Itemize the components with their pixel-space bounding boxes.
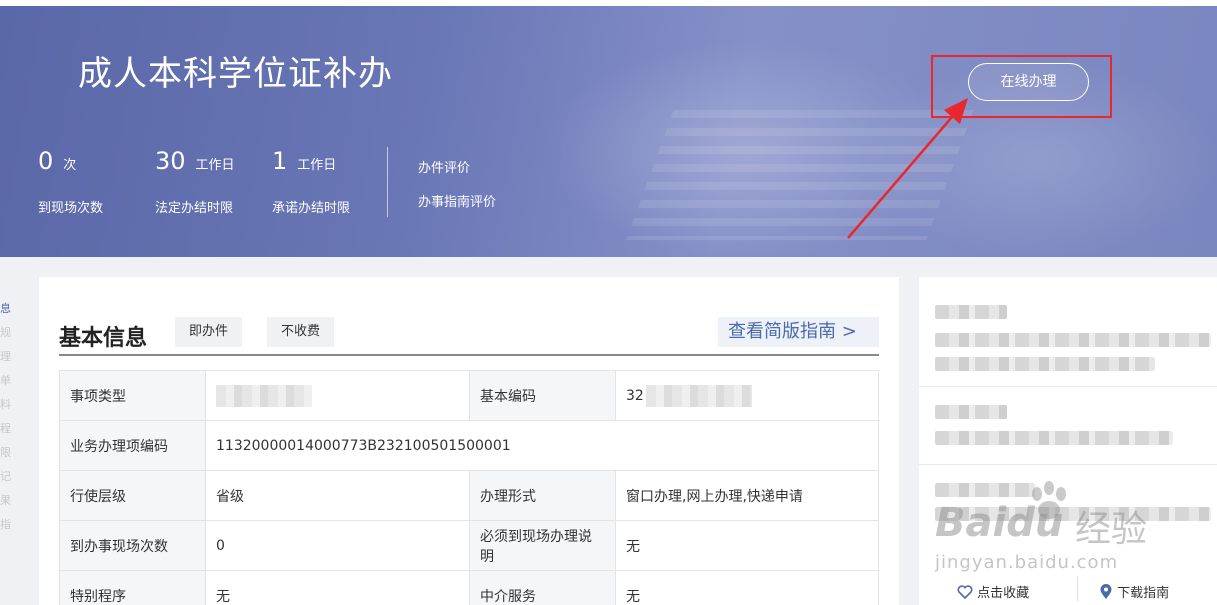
hero-banner: 成人本科学位证补办 0次 到现场次数 30 工作日 法定办结时限 1 工作日 承诺办… <box>0 0 1217 257</box>
stat-visits-label: 到现场次数 <box>38 201 104 216</box>
row-label: 业务办理项编码 <box>59 420 206 471</box>
footer-divider <box>1077 577 1078 601</box>
row-label: 基本编码 <box>469 370 616 421</box>
row-value: 无 <box>615 570 879 605</box>
row-value: 11320000014000773B232100501500001 <box>205 420 879 471</box>
left-nav-item[interactable]: 程 <box>0 420 11 444</box>
tag-instant: 即办件 <box>175 317 243 347</box>
left-nav-item[interactable]: 指 <box>0 516 11 540</box>
row-label: 事项类型 <box>59 370 206 421</box>
download-guide-button[interactable]: 下载指南 <box>1099 582 1169 601</box>
guide-evaluation-link[interactable]: 办事指南评价 <box>418 191 496 210</box>
row-value: 窗口办理,网上办理,快递申请 <box>615 470 879 521</box>
case-evaluation-link[interactable]: 办件评价 <box>418 157 470 176</box>
left-nav-item[interactable]: 息 <box>0 300 11 324</box>
row-value: 省级 <box>205 470 470 521</box>
view-simple-guide-link[interactable]: 查看简版指南 > <box>718 317 879 347</box>
redacted-block <box>935 305 1007 319</box>
redacted-block <box>935 333 1211 347</box>
section-heading: 基本信息 <box>59 326 148 351</box>
redacted-block <box>645 384 752 407</box>
redacted-block <box>935 357 1155 371</box>
row-label: 行使层级 <box>59 470 206 521</box>
row-value-text: 32 <box>626 387 644 404</box>
left-nav-item[interactable]: 规 <box>0 324 11 348</box>
baidu-jingyan-watermark: Baidu 经验 jingyan.baidu.com <box>935 478 1215 578</box>
table-row: 业务办理项编码 11320000014000773B23210050150000… <box>59 420 879 471</box>
stat-visits: 0次 到现场次数 <box>38 147 103 216</box>
row-label: 特别程序 <box>59 570 206 605</box>
paw-icon <box>1032 481 1066 519</box>
basic-info-table: 事项类型 基本编码 32 业务办理项编码 11320000014000773B2… <box>59 370 879 605</box>
online-apply-button[interactable]: 在线办理 <box>968 63 1089 101</box>
heading-divider <box>59 354 879 356</box>
row-label: 办理形式 <box>469 470 616 521</box>
stat-visits-unit: 次 <box>63 158 77 173</box>
table-row: 到办事现场次数 0 必须到现场办理说明 无 <box>59 520 879 571</box>
row-value: 32 <box>615 370 879 421</box>
favorite-label: 点击收藏 <box>977 586 1030 601</box>
row-value: 0 <box>205 520 470 571</box>
watermark-sub: 经验 <box>1075 509 1148 550</box>
annotation-arrow-icon <box>847 98 968 239</box>
stat-legal-limit: 30 工作日 法定办结时限 <box>155 147 235 216</box>
left-nav-item[interactable]: 料 <box>0 396 11 420</box>
side-section <box>919 387 1217 465</box>
table-row: 事项类型 基本编码 32 <box>59 370 879 421</box>
row-value: 无 <box>205 570 470 605</box>
stat-promised-limit-label: 承诺办结时限 <box>272 201 351 216</box>
table-row: 特别程序 无 中介服务 无 <box>59 570 879 605</box>
row-value-redacted <box>205 370 470 421</box>
stat-legal-limit-label: 法定办结时限 <box>155 201 234 216</box>
redacted-block <box>935 405 1007 419</box>
left-nav-item[interactable]: 记 <box>0 468 11 492</box>
row-label: 中介服务 <box>469 570 616 605</box>
side-panel-footer: 点击收藏 下载指南 <box>919 577 1217 605</box>
left-nav-strip: 息 规 理 单 料 程 限 记 果 指 <box>0 300 11 540</box>
row-value: 无 <box>615 520 879 571</box>
stat-legal-limit-value: 30 <box>155 147 186 175</box>
stats-divider <box>387 147 388 217</box>
location-pin-icon <box>1100 584 1112 599</box>
stat-legal-limit-unit: 工作日 <box>195 158 235 173</box>
stat-promised-limit-value: 1 <box>272 147 288 175</box>
top-border <box>0 0 1217 6</box>
side-section <box>919 277 1217 387</box>
basic-info-card: 基本信息 即办件 不收费 查看简版指南 > 事项类型 基本编码 32 业务办理项… <box>39 277 899 605</box>
stat-visits-value: 0 <box>38 147 54 175</box>
redacted-block <box>216 384 312 407</box>
download-label: 下载指南 <box>1117 586 1170 601</box>
row-label: 必须到现场办理说明 <box>469 520 616 571</box>
stat-promised-limit: 1 工作日 承诺办结时限 <box>272 147 350 216</box>
table-row: 行使层级 省级 办理形式 窗口办理,网上办理,快递申请 <box>59 470 879 521</box>
left-nav-item[interactable]: 单 <box>0 372 11 396</box>
redacted-block <box>935 431 1173 445</box>
page-title: 成人本科学位证补办 <box>78 54 393 94</box>
stat-promised-limit-unit: 工作日 <box>297 158 337 173</box>
tag-free: 不收费 <box>267 317 335 347</box>
left-nav-item[interactable]: 限 <box>0 444 11 468</box>
left-nav-item[interactable]: 理 <box>0 348 11 372</box>
watermark-url: jingyan.baidu.com <box>935 552 1119 573</box>
favorite-button[interactable]: 点击收藏 <box>957 582 1029 601</box>
row-label: 到办事现场次数 <box>59 520 206 571</box>
heart-icon <box>957 585 973 600</box>
left-nav-item[interactable]: 果 <box>0 492 11 516</box>
